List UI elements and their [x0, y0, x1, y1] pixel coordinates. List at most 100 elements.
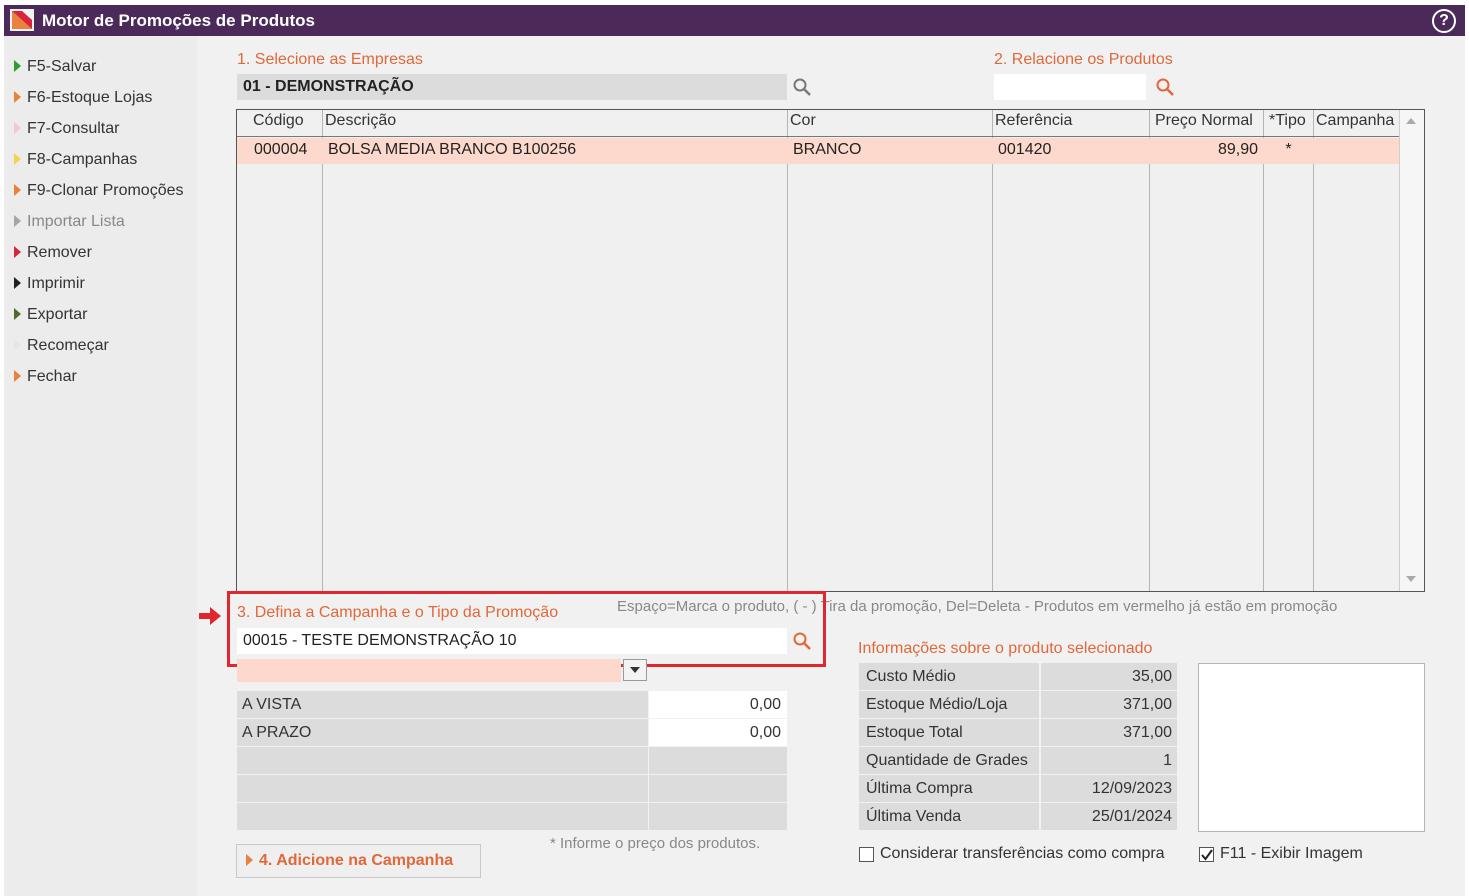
price-row-empty — [237, 775, 648, 802]
cell-preco: 89,90 — [1217, 141, 1258, 158]
triangle-right-pink-icon — [14, 122, 21, 134]
triangle-right-red-icon — [14, 246, 21, 258]
menu-item-label: Remover — [27, 244, 92, 261]
window-title: Motor de Promoções de Produtos — [42, 11, 315, 30]
column-header-cor[interactable]: Cor — [790, 112, 816, 130]
price-row-empty — [237, 747, 648, 774]
scroll-up-icon[interactable] — [1403, 114, 1419, 128]
menu-item-label: F5-Salvar — [27, 58, 97, 75]
menu-item-label: Exportar — [27, 306, 88, 323]
menu-item-label: F6-Estoque Lojas — [27, 89, 153, 106]
price-input-a-prazo[interactable]: 0,00 — [649, 719, 787, 746]
chevron-down-icon — [630, 667, 640, 673]
column-divider — [1313, 110, 1314, 591]
triangle-right-black-icon — [14, 277, 21, 289]
info-label: Estoque Total — [859, 719, 1039, 746]
info-value: 371,00 — [1041, 691, 1177, 718]
column-header-referencia[interactable]: Referência — [995, 112, 1072, 130]
triangle-right-orange-icon — [14, 370, 21, 382]
info-label: Estoque Médio/Loja — [859, 691, 1039, 718]
triangle-right-white-icon — [14, 339, 21, 351]
menu-item-1[interactable]: F5-Salvar — [14, 58, 194, 80]
add-to-campaign-button[interactable]: 4. Adicione na Campanha — [236, 844, 481, 878]
menu-item-3[interactable]: F7-Consultar — [14, 120, 194, 142]
column-header-codigo[interactable]: Código — [253, 112, 304, 130]
show-image-label: F11 - Exibir Imagem — [1220, 845, 1363, 862]
menu-item-9[interactable]: Exportar — [14, 306, 194, 328]
price-hint: * Informe o preço dos produtos. — [550, 835, 761, 852]
company-field[interactable]: 01 - DEMONSTRAÇÃO — [237, 74, 787, 100]
triangle-right-icon — [246, 854, 253, 866]
search-company-icon[interactable] — [792, 77, 812, 97]
promotion-type-dropdown[interactable] — [237, 659, 621, 682]
triangle-right-green-icon — [14, 60, 21, 72]
column-divider — [1263, 110, 1264, 591]
menu-item-label: Importar Lista — [27, 213, 125, 230]
menu-item-6[interactable]: Importar Lista — [14, 213, 194, 235]
consider-transfers-checkbox[interactable] — [859, 847, 874, 862]
menu-item-7[interactable]: Remover — [14, 244, 194, 266]
add-button-label: 4. Adicione na Campanha — [259, 852, 454, 869]
info-label: Quantidade de Grades — [859, 747, 1039, 774]
cell-referencia: 001420 — [998, 141, 1052, 158]
menu-item-label: F7-Consultar — [27, 120, 120, 137]
section1-label: 1. Selecione as Empresas — [237, 51, 423, 68]
column-header-preco[interactable]: Preço Normal — [1155, 112, 1253, 130]
info-value: 12/09/2023 — [1041, 775, 1177, 802]
price-label-a-vista: A VISTA — [237, 691, 648, 718]
menu-item-8[interactable]: Imprimir — [14, 275, 194, 297]
info-title: Informações sobre o produto selecionado — [858, 640, 1153, 657]
triangle-right-orange-icon — [14, 91, 21, 103]
price-row-empty — [237, 803, 648, 830]
search-product-icon[interactable] — [1155, 77, 1175, 97]
menu-item-label: Fechar — [27, 368, 77, 385]
info-label: Última Venda — [859, 803, 1039, 830]
table-scrollbar[interactable] — [1399, 110, 1424, 591]
show-image-checkbox[interactable] — [1199, 847, 1214, 862]
cell-codigo: 000004 — [254, 141, 308, 158]
info-value: 1 — [1041, 747, 1177, 774]
menu-item-10[interactable]: Recomeçar — [14, 337, 194, 359]
highlight-annotation-box — [227, 591, 826, 667]
column-divider — [1149, 110, 1150, 591]
menu-item-5[interactable]: F9-Clonar Promoções — [14, 182, 194, 204]
column-header-descricao[interactable]: Descrição — [325, 112, 396, 130]
menu-item-11[interactable]: Fechar — [14, 368, 194, 390]
product-search-input[interactable] — [994, 74, 1146, 100]
cell-tipo: * — [1285, 141, 1292, 158]
menu-item-label: F8-Campanhas — [27, 151, 138, 168]
column-header-campanha[interactable]: Campanha — [1316, 112, 1394, 130]
header-divider — [237, 136, 1399, 137]
scroll-down-icon[interactable] — [1403, 572, 1419, 586]
info-value: 35,00 — [1041, 663, 1177, 690]
price-row-empty — [649, 747, 787, 774]
column-divider — [787, 110, 788, 591]
triangle-right-olive-icon — [14, 308, 21, 320]
info-value: 371,00 — [1041, 719, 1177, 746]
promotion-type-dropdown-button[interactable] — [623, 659, 647, 681]
price-input-a-vista[interactable]: 0,00 — [649, 691, 787, 718]
cell-descricao: BOLSA MEDIA BRANCO B100256 — [328, 141, 577, 158]
app-logo-icon — [10, 9, 34, 31]
price-row-empty — [649, 803, 787, 830]
info-label: Custo Médio — [859, 663, 1039, 690]
triangle-right-orange-icon — [14, 184, 21, 196]
column-divider — [322, 110, 323, 591]
help-icon[interactable]: ? — [1432, 9, 1456, 33]
menu-item-label: Imprimir — [27, 275, 85, 292]
cell-cor: BRANCO — [793, 141, 862, 158]
column-divider — [992, 110, 993, 591]
menu-item-4[interactable]: F8-Campanhas — [14, 151, 194, 173]
menu-item-2[interactable]: F6-Estoque Lojas — [14, 89, 194, 111]
menu-item-label: Recomeçar — [27, 337, 109, 354]
price-label-a-prazo: A PRAZO — [237, 719, 648, 746]
menu-item-label: F9-Clonar Promoções — [27, 182, 184, 199]
arrow-pointer-icon — [199, 607, 221, 625]
info-label: Última Compra — [859, 775, 1039, 802]
section2-label: 2. Relacione os Produtos — [994, 51, 1173, 68]
column-header-tipo[interactable]: *Tipo — [1269, 112, 1306, 130]
triangle-right-yellow-icon — [14, 153, 21, 165]
triangle-right-gray-icon — [14, 215, 21, 227]
products-table — [236, 109, 1425, 592]
checkmark-icon — [1201, 849, 1213, 861]
